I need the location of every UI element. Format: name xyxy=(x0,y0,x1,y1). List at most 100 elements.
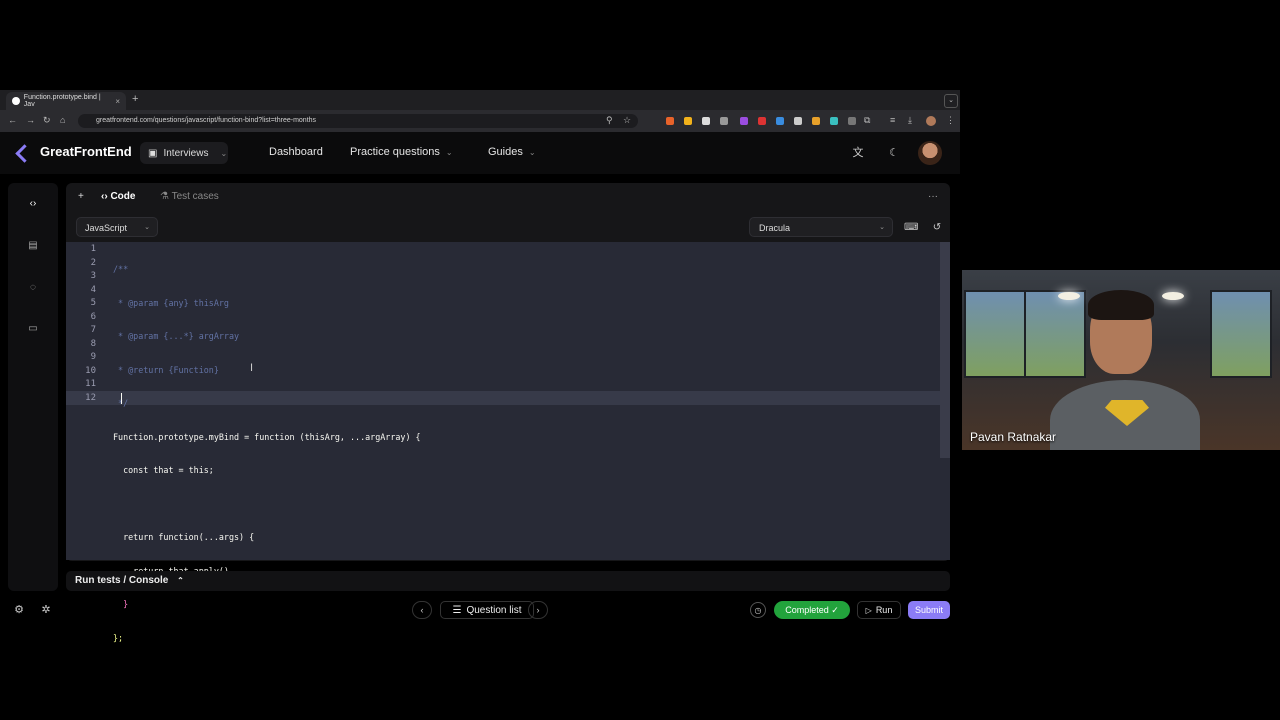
browser-tab-title: Function.prototype.bind | Jav xyxy=(23,94,101,108)
code-line: Function.prototype.myBind = function (th… xyxy=(113,431,421,442)
brand-name: GreatFrontEnd xyxy=(40,144,132,159)
submit-button[interactable]: Submit xyxy=(908,601,950,619)
avatar[interactable] xyxy=(918,141,942,165)
new-tab-button[interactable]: + xyxy=(132,93,138,105)
extension-icon[interactable] xyxy=(776,117,784,125)
run-button[interactable]: ▷ Run xyxy=(857,601,901,619)
line-number: 2 xyxy=(90,257,96,268)
tab-test-cases[interactable]: ⚗ Test cases xyxy=(160,191,219,202)
mouse-ibeam-icon: I xyxy=(250,362,254,374)
text-cursor xyxy=(121,393,122,404)
hair-graphic xyxy=(1088,290,1154,320)
browser-tab[interactable]: Function.prototype.bind | Jav × xyxy=(6,92,126,110)
console-toggle[interactable]: Run tests / Console ⌃ xyxy=(75,575,184,586)
nav-guides[interactable]: Guides ⌄ xyxy=(488,146,536,158)
extension-icon[interactable] xyxy=(830,117,838,125)
logo-icon xyxy=(18,145,34,159)
theme-select[interactable]: Dracula ⌄ xyxy=(749,217,893,237)
chevron-down-icon: ⌄ xyxy=(144,224,150,231)
line-number: 10 xyxy=(85,365,96,376)
browser-menu-icon[interactable]: ⋮ xyxy=(946,115,955,126)
extension-icon[interactable] xyxy=(684,117,692,125)
flask-icon: ⚗ xyxy=(160,191,172,202)
bookmark-star-icon[interactable]: ☆ xyxy=(623,115,631,126)
home-icon[interactable]: ⌂ xyxy=(60,115,65,125)
tab-search-icon[interactable]: ⌄ xyxy=(944,94,958,108)
keyboard-icon[interactable]: ⌨ xyxy=(904,220,918,234)
extension-icon[interactable] xyxy=(758,117,766,125)
extensions-puzzle-icon[interactable]: ⧉ xyxy=(864,115,870,126)
nav-label: Practice questions xyxy=(350,146,440,158)
forward-icon[interactable]: → xyxy=(26,115,35,125)
chevron-down-icon: ⌄ xyxy=(220,148,228,158)
play-icon: ▷ xyxy=(865,605,872,615)
webcam-feed: Pavan Ratnakar xyxy=(962,270,1280,450)
brand-logo[interactable]: GreatFrontEnd xyxy=(18,144,132,159)
run-label: Run xyxy=(875,605,893,615)
chevron-down-icon: ⌄ xyxy=(879,224,885,231)
nav-dashboard[interactable]: Dashboard xyxy=(269,146,323,158)
download-icon[interactable]: ⤓ xyxy=(908,115,912,126)
code-line: const that = this; xyxy=(113,465,214,475)
close-tab-icon[interactable]: × xyxy=(115,97,120,106)
timer-icon[interactable]: ◷ xyxy=(750,602,766,618)
editor-scrollbar[interactable] xyxy=(940,242,950,458)
line-number: 3 xyxy=(90,271,96,281)
question-list-button[interactable]: ☰ Question list xyxy=(440,601,534,619)
code-line: */ xyxy=(118,398,129,408)
extension-icon[interactable] xyxy=(794,117,802,125)
question-list-label: Question list xyxy=(466,604,522,616)
code-line: * @param {...*} argArray xyxy=(113,331,240,341)
line-number: 1 xyxy=(90,244,96,254)
extension-icon[interactable] xyxy=(666,117,674,125)
line-number: 9 xyxy=(90,352,96,362)
list-icon: ☰ xyxy=(452,604,462,616)
extension-icon[interactable] xyxy=(702,117,710,125)
extension-icon[interactable] xyxy=(740,117,748,125)
settings-gear-icon[interactable]: ⚙ xyxy=(11,602,27,618)
theme-value: Dracula xyxy=(759,223,791,233)
add-tab-button[interactable]: + xyxy=(78,191,84,202)
media-icon[interactable]: ≡ xyxy=(890,115,895,125)
description-icon[interactable]: ▤ xyxy=(26,239,40,253)
address-bar[interactable]: greatfrontend.com/questions/javascript/f… xyxy=(78,114,638,128)
extension-icon[interactable] xyxy=(720,117,728,125)
profile-icon[interactable] xyxy=(926,116,936,126)
reset-code-icon[interactable]: ↺ xyxy=(930,220,944,234)
extension-icon[interactable] xyxy=(812,117,820,125)
back-icon[interactable]: ← xyxy=(8,115,17,125)
archive-icon[interactable]: ▭ xyxy=(26,322,40,336)
console-bar[interactable] xyxy=(66,571,950,591)
bug-icon[interactable]: ✲ xyxy=(38,602,54,618)
code-content: /** * @param {any} thisArg * @param {...… xyxy=(113,243,421,655)
hint-bulb-icon[interactable]: ◌ xyxy=(26,281,40,295)
extension-icon[interactable] xyxy=(848,117,856,125)
code-line: * @return {Function} xyxy=(113,364,219,375)
nav-label: Guides xyxy=(488,146,523,158)
code-line: return function(...args) { xyxy=(113,532,255,542)
line-number: 6 xyxy=(90,311,96,322)
dark-mode-moon-icon[interactable]: ☾ xyxy=(886,145,902,161)
briefcase-icon: ▣ xyxy=(148,147,158,159)
code-line: }; xyxy=(113,632,124,643)
chevron-down-icon: ⌄ xyxy=(445,148,453,157)
prev-question-icon[interactable]: ‹ xyxy=(412,601,432,619)
completed-button[interactable]: Completed ✓ xyxy=(774,601,850,619)
interviews-dropdown[interactable]: ▣ Interviews ⌄ xyxy=(140,142,228,164)
language-value: JavaScript xyxy=(85,223,128,233)
reload-icon[interactable]: ↻ xyxy=(43,115,51,126)
nav-practice-questions[interactable]: Practice questions ⌄ xyxy=(350,146,453,158)
browser-tab-bar: Function.prototype.bind | Jav × xyxy=(0,90,960,110)
line-number: 11 xyxy=(85,379,96,389)
line-number: 4 xyxy=(90,284,96,295)
tab-code[interactable]: ‹› Code xyxy=(101,191,135,202)
zoom-icon[interactable]: ⚲ xyxy=(606,115,613,126)
language-icon[interactable]: 文 xyxy=(850,145,866,161)
tab-code-label: Code xyxy=(110,191,136,202)
code-icon[interactable]: ‹› xyxy=(26,197,40,211)
chevron-up-icon: ⌃ xyxy=(177,576,184,585)
next-question-icon[interactable]: › xyxy=(528,601,548,619)
language-select[interactable]: JavaScript ⌄ xyxy=(76,217,158,237)
interviews-label: Interviews xyxy=(163,147,209,159)
more-options-icon[interactable]: ··· xyxy=(928,191,938,202)
